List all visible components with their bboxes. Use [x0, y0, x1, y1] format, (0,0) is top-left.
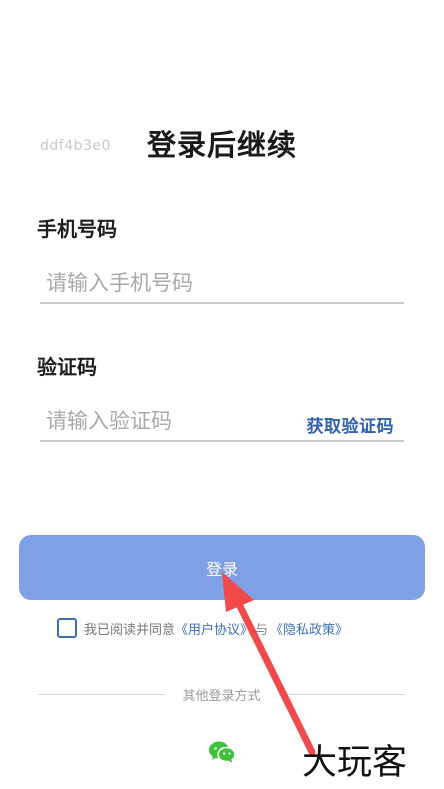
agreement-connector: 与 [255, 622, 269, 638]
divider-line-left [38, 694, 165, 695]
agreement-row: 我已阅读并同意 《用户协议》 与 《隐私政策》 [57, 618, 348, 638]
agreement-prefix: 我已阅读并同意 [84, 622, 176, 638]
login-button[interactable]: 登录 [19, 535, 425, 600]
phone-input[interactable] [40, 264, 404, 304]
divider-line-right [278, 694, 406, 695]
annotation-arrow-icon [222, 572, 316, 756]
other-login-divider: 其他登录方式 [38, 685, 406, 704]
agreement-checkbox[interactable] [57, 618, 77, 638]
login-page: ddf4b3e0 登录后继续 手机号码 验证码 获取验证码 登录 我已阅读并同意… [0, 0, 444, 789]
other-login-label: 其他登录方式 [182, 689, 261, 704]
phone-label: 手机号码 [37, 217, 117, 241]
page-title: 登录后继续 [146, 128, 297, 162]
get-code-button[interactable]: 获取验证码 [307, 412, 395, 437]
wechat-icon[interactable] [208, 740, 236, 764]
privacy-policy-link[interactable]: 《隐私政策》 [270, 619, 348, 638]
watermark-text: 大玩客 [302, 743, 408, 783]
verify-code-label: 验证码 [37, 355, 97, 379]
user-agreement-link[interactable]: 《用户协议》 [175, 619, 253, 638]
